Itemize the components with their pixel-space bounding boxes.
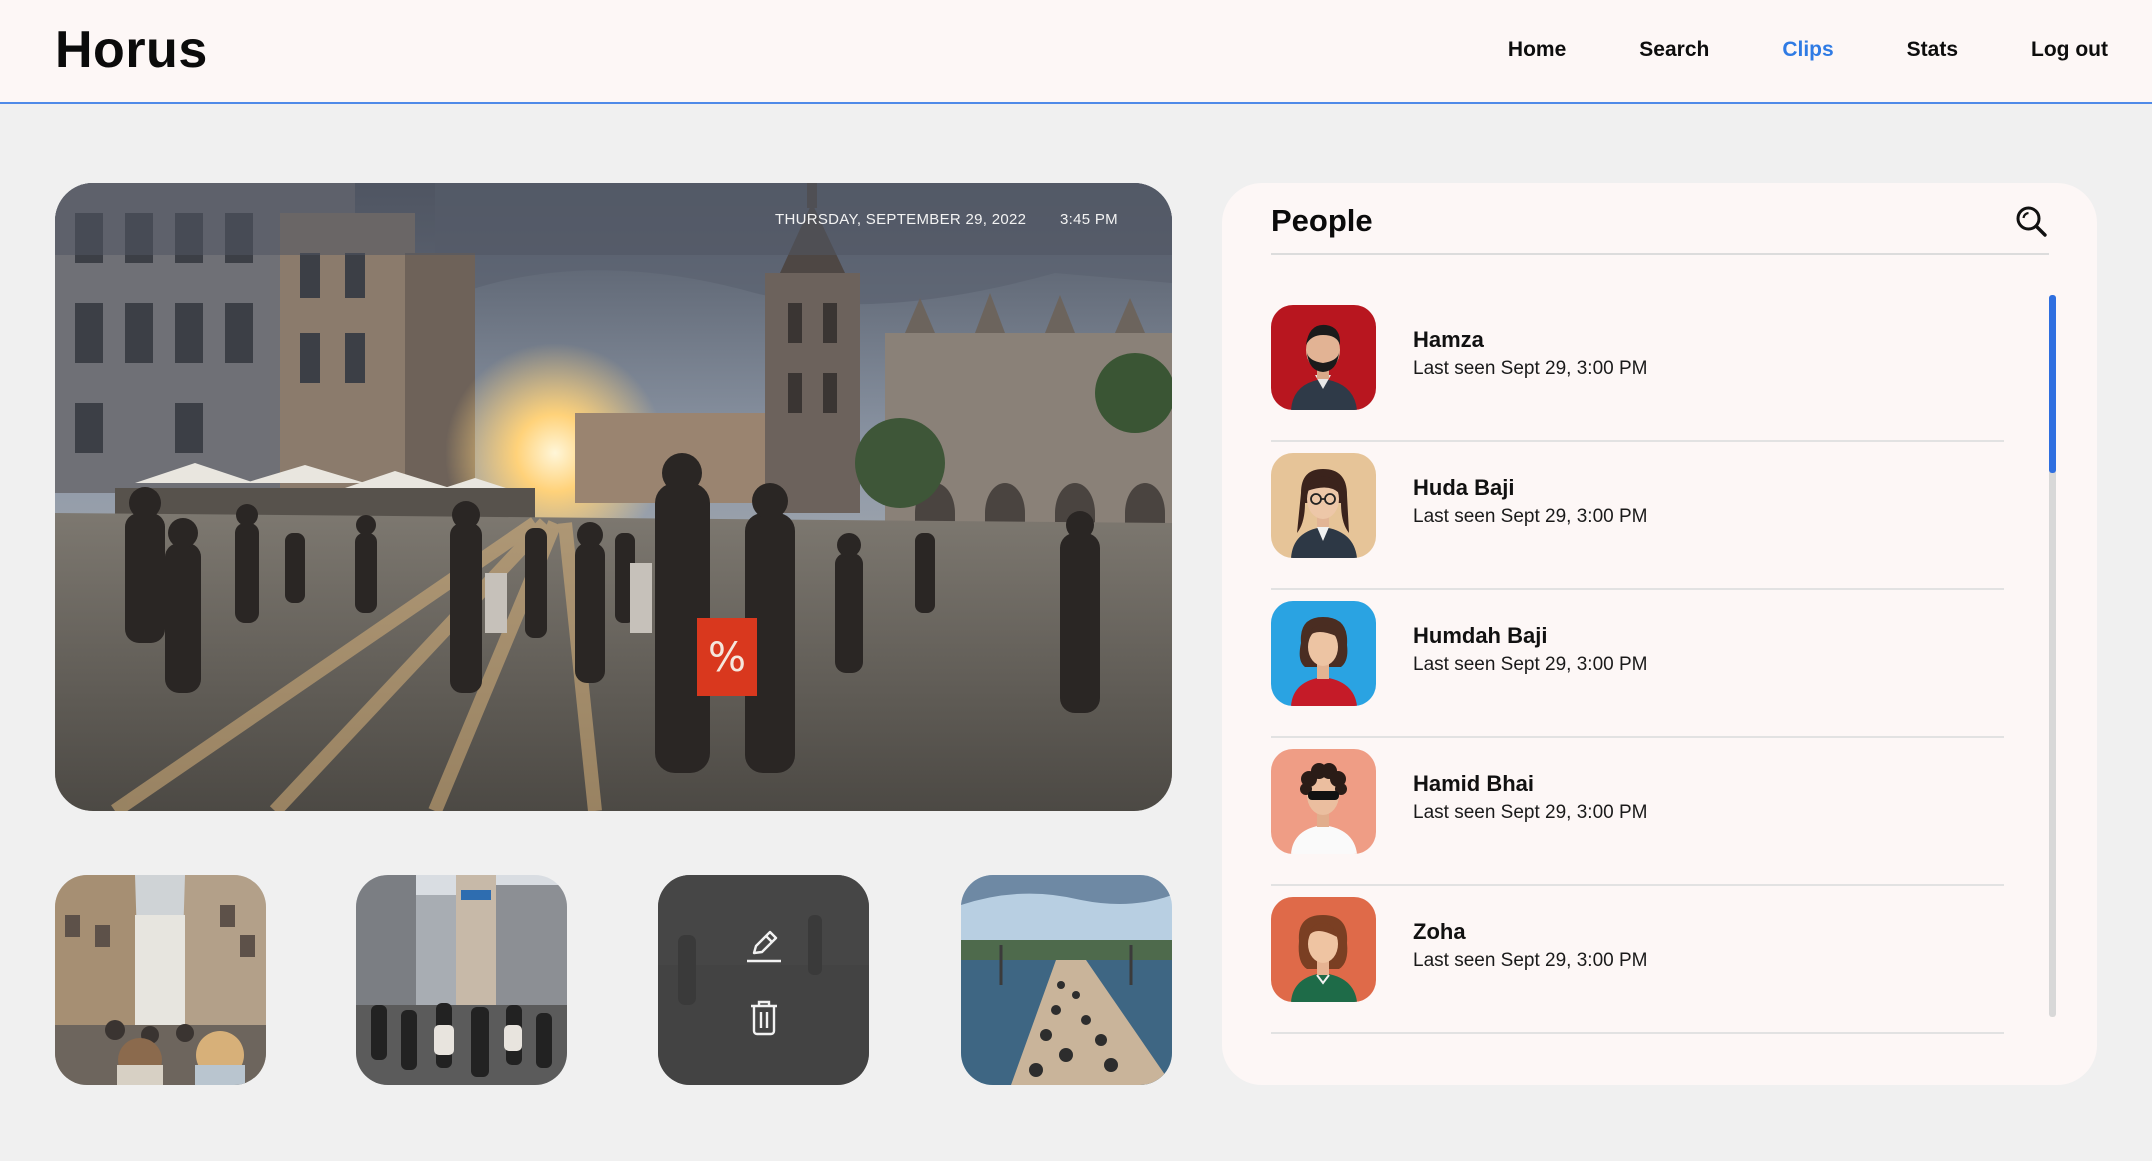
person-list-item[interactable]: Humdah Baji Last seen Sept 29, 3:00 PM (1271, 590, 2004, 738)
person-name: Zoha (1413, 919, 1466, 944)
nav-home[interactable]: Home (1508, 38, 1566, 62)
last-seen-text: Last seen Sept 29, 3:00 PM (1413, 654, 1648, 675)
thumbnail-image (55, 875, 266, 1085)
people-scrollbar[interactable] (2049, 295, 2056, 1017)
last-seen-text: Last seen Sept 29, 3:00 PM (1413, 506, 1648, 527)
app-logo[interactable]: Horus (55, 20, 208, 80)
person-list-item[interactable]: Zoha Last seen Sept 29, 3:00 PM (1271, 886, 2004, 1034)
nav-stats[interactable]: Stats (1907, 38, 1958, 62)
top-navigation-bar: Horus Home Search Clips Stats Log out (0, 0, 2152, 104)
person-name: Hamza (1413, 327, 1484, 352)
thumbnail-hover-overlay (658, 875, 869, 1085)
clip-thumbnail-3[interactable] (658, 875, 869, 1085)
person-list-item[interactable]: Huda Baji Last seen Sept 29, 3:00 PM (1271, 442, 2004, 590)
avatar (1271, 601, 1376, 706)
panel-divider (1271, 253, 2049, 255)
last-seen-text: Last seen Sept 29, 3:00 PM (1413, 802, 1648, 823)
main-clip-viewer[interactable]: % THURSDAY, SEPTEMBER 29, 2022 3:45 PM (55, 183, 1172, 811)
last-seen-text: Last seen Sept 29, 3:00 PM (1413, 358, 1648, 379)
main-nav: Home Search Clips Stats Log out (1435, 38, 2108, 62)
person-name: Humdah Baji (1413, 623, 1548, 648)
pencil-icon[interactable] (744, 925, 784, 965)
clip-thumbnail-4[interactable] (961, 875, 1172, 1085)
clip-time: 3:45 PM (1060, 211, 1118, 228)
trash-icon[interactable] (744, 997, 784, 1037)
nav-clips[interactable]: Clips (1782, 38, 1833, 62)
avatar (1271, 305, 1376, 410)
thumbnail-image (961, 875, 1172, 1085)
search-icon[interactable] (2014, 204, 2048, 238)
avatar (1271, 453, 1376, 558)
person-list-item[interactable]: Hamza Last seen Sept 29, 3:00 PM (1271, 294, 2004, 442)
clip-thumbnail-2[interactable] (356, 875, 567, 1085)
person-name: Hamid Bhai (1413, 771, 1535, 796)
people-panel-title: People (1271, 203, 1373, 238)
nav-search[interactable]: Search (1639, 38, 1709, 62)
nav-logout[interactable]: Log out (2031, 38, 2108, 62)
people-panel: People Hamza Last seen Sept 29, 3:00 PM (1222, 183, 2097, 1085)
scrollbar-thumb[interactable] (2049, 295, 2056, 473)
svg-text:%: % (708, 635, 746, 681)
clip-frame-image: % (55, 183, 1172, 811)
person-name: Huda Baji (1413, 475, 1515, 500)
person-list-item[interactable]: Hamid Bhai Last seen Sept 29, 3:00 PM (1271, 738, 2004, 886)
last-seen-text: Last seen Sept 29, 3:00 PM (1413, 950, 1648, 971)
avatar (1271, 897, 1376, 1002)
clip-date: THURSDAY, SEPTEMBER 29, 2022 (775, 211, 1027, 228)
avatar (1271, 749, 1376, 854)
clip-thumbnail-1[interactable] (55, 875, 266, 1085)
thumbnail-image (356, 875, 567, 1085)
